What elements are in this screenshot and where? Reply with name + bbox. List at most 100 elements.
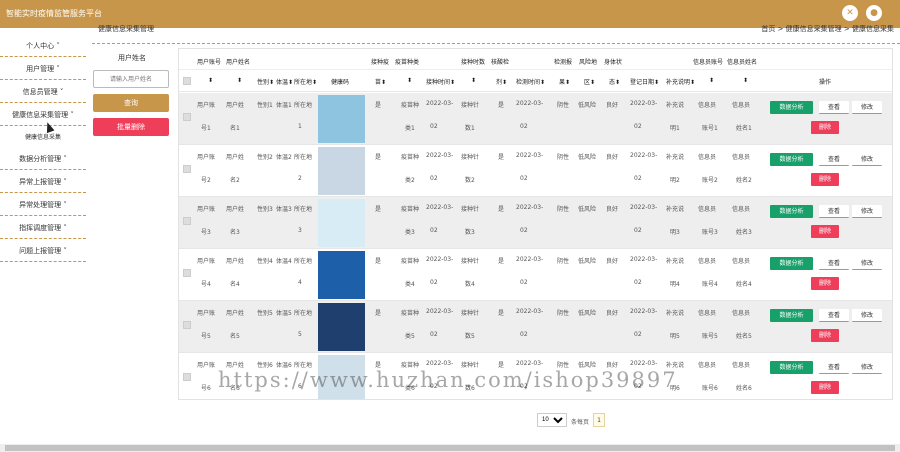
sort-icon[interactable]: ⬍ (237, 77, 242, 84)
edit-button[interactable]: 修改 (852, 205, 882, 218)
health-code-image[interactable] (318, 199, 365, 247)
cell-nucl: 是 (498, 102, 505, 109)
edit-button[interactable]: 修改 (852, 153, 882, 166)
health-code-image[interactable] (318, 95, 365, 143)
delete-button[interactable]: 删除 (811, 225, 839, 238)
th-account: 用户账号 (197, 59, 222, 66)
cell-dose-cont: 数2 (465, 177, 475, 184)
row-checkbox[interactable] (183, 217, 191, 225)
view-button[interactable]: 查看 (819, 257, 849, 270)
scrollbar-thumb[interactable] (5, 445, 895, 451)
th-vtime[interactable]: 接种时间⬍ (426, 77, 455, 86)
cell-name-cont: 名5 (230, 333, 240, 340)
user-icon[interactable]: ● (866, 5, 882, 21)
view-button[interactable]: 查看 (819, 153, 849, 166)
cell-dose-cont: 数4 (465, 281, 475, 288)
health-code-image[interactable] (318, 251, 365, 299)
th-gender[interactable]: 性别⬍ (257, 77, 274, 86)
edit-button[interactable]: 修改 (852, 361, 882, 374)
th-note[interactable]: 补充说明⬍ (666, 77, 695, 86)
th-loc[interactable]: 所在地⬍ (294, 77, 317, 86)
delete-button[interactable]: 删除 (811, 329, 839, 342)
cell-nucl: 是 (498, 258, 505, 265)
th-result[interactable]: 果⬍ (559, 77, 570, 86)
breadcrumb-right[interactable]: 首页 > 健康信息采集管理 > 健康信息采集 (761, 24, 894, 34)
delete-button[interactable]: 删除 (811, 381, 839, 394)
sidebar-item-abnormal-handle[interactable]: 异常处理管理 ˅ (0, 194, 86, 216)
sort-icon[interactable]: ⬍ (709, 77, 714, 84)
edit-button[interactable]: 修改 (852, 257, 882, 270)
cell-dose-cont: 数3 (465, 229, 475, 236)
th-area[interactable]: 区⬍ (584, 77, 595, 86)
sort-icon[interactable]: ⬍ (471, 77, 476, 84)
select-all-checkbox[interactable] (183, 77, 191, 85)
view-button[interactable]: 查看 (819, 309, 849, 322)
th-ntime[interactable]: 检测时间⬍ (516, 77, 545, 86)
sort-icon[interactable]: ⬍ (743, 77, 748, 84)
analyze-button[interactable]: 数据分析 (770, 205, 813, 218)
analyze-button[interactable]: 数据分析 (770, 361, 813, 374)
table-row: 用户账 号5 用户姓 名5 性别5 体温5 所在地 5 是疫苗种 类5 2022-03- 02 接种针数… (179, 301, 892, 353)
row-checkbox[interactable] (183, 269, 191, 277)
view-button[interactable]: 查看 (819, 361, 849, 374)
analyze-button[interactable]: 数据分析 (770, 101, 813, 114)
cell-type-cont: 类3 (405, 229, 415, 236)
cell-note: 补充说 (666, 310, 685, 317)
th-reg[interactable]: 登记日期⬍ (630, 77, 659, 86)
row-checkbox[interactable] (183, 113, 191, 121)
analyze-button[interactable]: 数据分析 (770, 153, 813, 166)
page-button[interactable]: 1 (593, 413, 605, 427)
delete-button[interactable]: 删除 (811, 173, 839, 186)
cell-info_acc: 信息员 (698, 362, 717, 369)
page-size-select[interactable]: 10 (537, 413, 567, 427)
sidebar-item-abnormal-report[interactable]: 异常上报管理 ˅ (0, 171, 86, 193)
row-checkbox[interactable] (183, 165, 191, 173)
row-checkbox[interactable] (183, 373, 191, 381)
search-button[interactable]: 查询 (93, 94, 169, 112)
edit-button[interactable]: 修改 (852, 309, 882, 322)
cell-loc: 所在地 (294, 258, 313, 265)
cell-type-cont: 类1 (405, 125, 415, 132)
cell-vtime: 2022-03- (426, 152, 454, 159)
health-code-image[interactable] (318, 303, 365, 351)
cell-nucl: 是 (498, 154, 505, 161)
sidebar-item-informants[interactable]: 信息员管理 ˅ (0, 81, 86, 103)
cell-temp: 体温1 (276, 102, 292, 109)
cell-info_name-cont: 姓名4 (736, 281, 752, 288)
delete-button[interactable]: 删除 (811, 121, 839, 134)
cell-account: 用户账 (197, 102, 216, 109)
cell-vtime: 2022-03- (426, 360, 454, 367)
search-input[interactable] (93, 70, 169, 88)
cell-reg-cont: 02 (634, 123, 642, 130)
health-code-image[interactable] (318, 147, 365, 195)
th-temp[interactable]: 体温⬍ (276, 77, 293, 86)
sort-icon[interactable]: ⬍ (208, 77, 213, 84)
sidebar-subitem-health-collect[interactable]: 健康信息采集 (0, 130, 86, 146)
cell-name: 用户姓 (226, 258, 245, 265)
cell-account-cont: 号5 (201, 333, 211, 340)
cell-info_name-cont: 姓名6 (736, 385, 752, 392)
sidebar-item-problem-report[interactable]: 问题上报管理 ˅ (0, 240, 86, 262)
sidebar-item-analysis[interactable]: 数据分析管理 ˅ (0, 148, 86, 170)
sidebar-item-dispatch[interactable]: 指挥调度管理 ˅ (0, 217, 86, 239)
sort-icon[interactable]: ⬍ (407, 77, 412, 84)
view-button[interactable]: 查看 (819, 101, 849, 114)
analyze-button[interactable]: 数据分析 (770, 309, 813, 322)
horizontal-scrollbar[interactable] (0, 444, 900, 452)
analyze-button[interactable]: 数据分析 (770, 257, 813, 270)
cell-info_acc: 信息员 (698, 258, 717, 265)
cell-info_acc-cont: 账号4 (702, 281, 718, 288)
cell-note: 补充说 (666, 206, 685, 213)
th-vacc2[interactable]: 苗⬍ (375, 77, 386, 86)
sidebar-item-users[interactable]: 用户管理 ˅ (0, 58, 86, 80)
batch-delete-button[interactable]: 批量删除 (93, 118, 169, 136)
swap-icon[interactable]: ✕ (842, 5, 858, 21)
row-checkbox[interactable] (183, 321, 191, 329)
cell-info_acc-cont: 账号6 (702, 385, 718, 392)
edit-button[interactable]: 修改 (852, 101, 882, 114)
sidebar-item-personal[interactable]: 个人中心 ˅ (0, 35, 86, 57)
delete-button[interactable]: 删除 (811, 277, 839, 290)
th-state[interactable]: 态⬍ (609, 77, 620, 86)
th-dose2[interactable]: 剂⬍ (496, 77, 507, 86)
view-button[interactable]: 查看 (819, 205, 849, 218)
